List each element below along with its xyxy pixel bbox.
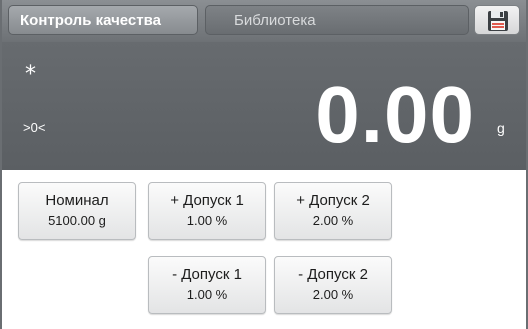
screen-frame: [0, 0, 528, 329]
application-screen: Контроль качества Библиотека * >0< 0.00 …: [0, 0, 528, 329]
